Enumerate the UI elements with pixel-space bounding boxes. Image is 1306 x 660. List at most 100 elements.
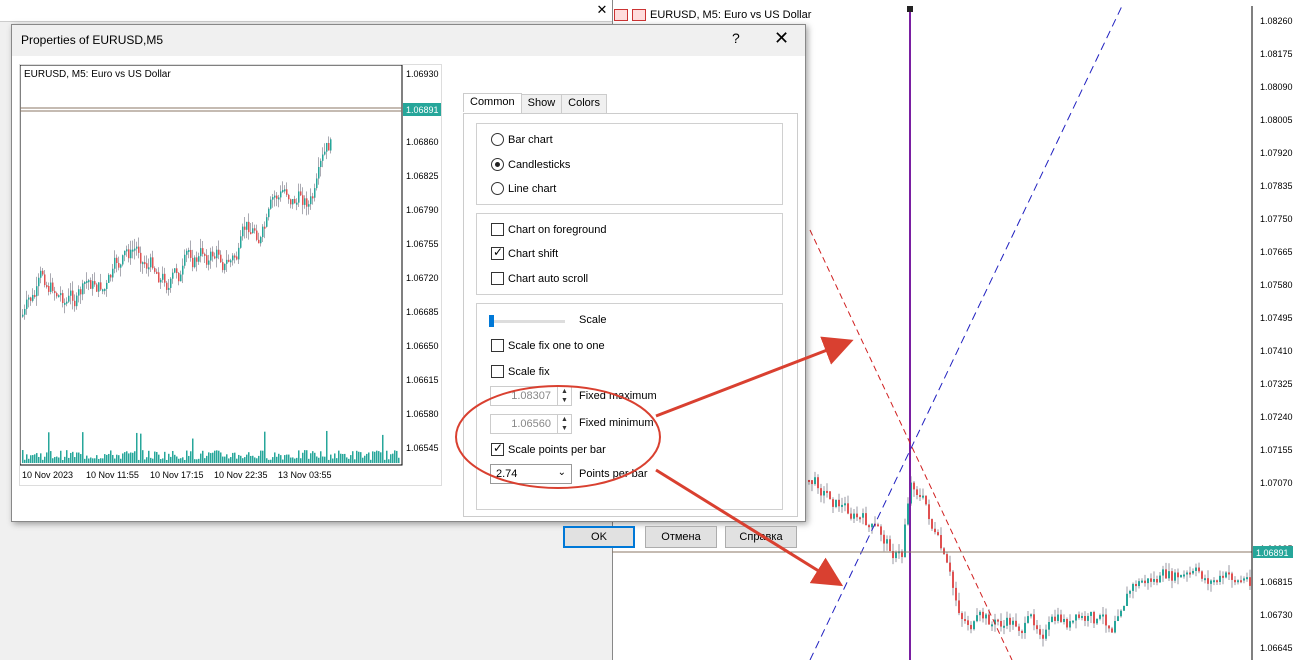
- preview-candle: [138, 246, 140, 253]
- price-tick: 1.06645: [1260, 643, 1293, 653]
- candle: [1189, 572, 1191, 575]
- price-tick: 1.08175: [1260, 49, 1293, 59]
- preview-candle: [302, 195, 304, 205]
- candle: [862, 513, 864, 518]
- points-per-bar-select[interactable]: 2.74 ⌄: [490, 464, 572, 484]
- chart-tab-title: EURUSD, M5: Euro vs US Dollar: [650, 9, 812, 21]
- bar-chart-option[interactable]: Bar chart: [491, 133, 553, 146]
- volume-bar: [66, 450, 68, 463]
- dialog-body: EURUSD, M5: Euro vs US Dollar 1.06891 1.…: [12, 56, 805, 548]
- volume-bar: [352, 451, 354, 463]
- radio-line-chart[interactable]: [491, 182, 504, 195]
- candle: [856, 513, 858, 518]
- candle: [1246, 577, 1248, 580]
- preview-candle: [252, 228, 254, 234]
- preview-candle: [172, 272, 174, 279]
- preview-price-tick: 1.06930: [406, 69, 439, 79]
- volume-bar: [154, 451, 156, 463]
- price-tick: 1.07325: [1260, 379, 1293, 389]
- preview-time-tick: 10 Nov 22:35: [214, 470, 268, 480]
- volume-bar: [134, 451, 136, 463]
- volume-bar: [310, 453, 312, 463]
- volume-bar: [302, 452, 304, 463]
- preview-candle: [94, 281, 96, 285]
- scale-fix-one-to-one-checkbox[interactable]: [491, 339, 504, 352]
- fixed-maximum-spinner[interactable]: ▲ ▼: [557, 387, 571, 405]
- candle: [934, 528, 936, 533]
- scale-fix-one-to-one-option[interactable]: Scale fix one to one: [491, 339, 605, 352]
- volume-bar: [280, 455, 282, 463]
- volume-bar: [260, 450, 262, 463]
- preview-candle: [262, 226, 264, 238]
- candlesticks-option[interactable]: Candlesticks: [491, 158, 570, 171]
- scale-slider-thumb[interactable]: [489, 315, 494, 327]
- volume-bar: [166, 459, 168, 463]
- help-icon[interactable]: ?: [732, 30, 740, 46]
- line-chart-option[interactable]: Line chart: [491, 182, 556, 195]
- preview-candle: [38, 277, 40, 287]
- scale-points-per-bar-checkbox[interactable]: [491, 441, 504, 456]
- scale-slider-track[interactable]: [489, 320, 565, 323]
- close-icon[interactable]: ✕: [774, 28, 789, 49]
- chart-shift-option[interactable]: Chart shift: [491, 245, 558, 260]
- preview-candle: [278, 197, 280, 200]
- preview-candle: [32, 294, 34, 301]
- preview-candle: [88, 280, 90, 283]
- preview-candle: [116, 257, 118, 263]
- chart-on-foreground-checkbox[interactable]: [491, 223, 504, 236]
- cancel-button[interactable]: Отмена: [645, 526, 717, 548]
- preview-candle: [106, 282, 108, 289]
- volume-bar: [256, 458, 258, 463]
- volume-bar: [220, 452, 222, 463]
- chart-on-foreground-option[interactable]: Chart on foreground: [491, 223, 606, 236]
- preview-candle: [72, 290, 74, 301]
- tab-colors[interactable]: Colors: [561, 94, 607, 113]
- preview-price-tick: 1.06860: [406, 137, 439, 147]
- volume-bar: [274, 452, 276, 463]
- scale-fix-option[interactable]: Scale fix: [491, 365, 550, 378]
- preview-candle: [264, 226, 266, 229]
- candle: [961, 613, 963, 620]
- volume-bar: [38, 456, 40, 463]
- tab-common[interactable]: Common: [463, 93, 522, 112]
- candle: [952, 571, 954, 588]
- preview-candle: [194, 257, 196, 268]
- tab-show[interactable]: Show: [520, 94, 563, 113]
- candle: [988, 614, 990, 625]
- candle: [1051, 616, 1053, 623]
- candle: [1171, 571, 1173, 581]
- preview-candle: [242, 226, 244, 237]
- chart-auto-scroll-checkbox[interactable]: [491, 272, 504, 285]
- bar-chart-label: Bar chart: [508, 133, 553, 146]
- fixed-minimum-input[interactable]: 1.06560 ▲ ▼: [490, 414, 572, 434]
- volume-bar: [350, 455, 352, 463]
- candle: [1045, 629, 1047, 639]
- volume-bar: [124, 452, 126, 463]
- fixed-minimum-spinner[interactable]: ▲ ▼: [557, 415, 571, 433]
- scale-points-per-bar-option[interactable]: Scale points per bar: [491, 441, 606, 456]
- radio-bar-chart[interactable]: [491, 133, 504, 146]
- preview-candle: [260, 237, 262, 244]
- preview-price-tick: 1.06650: [406, 341, 439, 351]
- chart-shift-checkbox[interactable]: [491, 245, 504, 260]
- candle: [1033, 614, 1035, 626]
- ok-button[interactable]: OK: [563, 526, 635, 548]
- preview-candle: [80, 289, 82, 295]
- candle: [853, 513, 855, 519]
- close-icon[interactable]: ✕: [594, 2, 610, 18]
- preview-candle: [98, 282, 100, 292]
- preview-candle: [92, 281, 94, 289]
- candle: [1069, 621, 1071, 628]
- radio-candlesticks[interactable]: [491, 158, 504, 171]
- fixed-maximum-input[interactable]: 1.08307 ▲ ▼: [490, 386, 572, 406]
- volume-bar: [162, 458, 164, 463]
- help-button[interactable]: Справка: [725, 526, 797, 548]
- preview-candle: [294, 198, 296, 204]
- candle: [1210, 580, 1212, 584]
- chart-tab[interactable]: EURUSD, M5: Euro vs US Dollar: [614, 6, 811, 24]
- candle: [1111, 628, 1113, 633]
- preview-candle: [162, 273, 164, 280]
- preview-candle: [300, 191, 302, 196]
- scale-fix-checkbox[interactable]: [491, 365, 504, 378]
- chart-auto-scroll-option[interactable]: Chart auto scroll: [491, 272, 588, 285]
